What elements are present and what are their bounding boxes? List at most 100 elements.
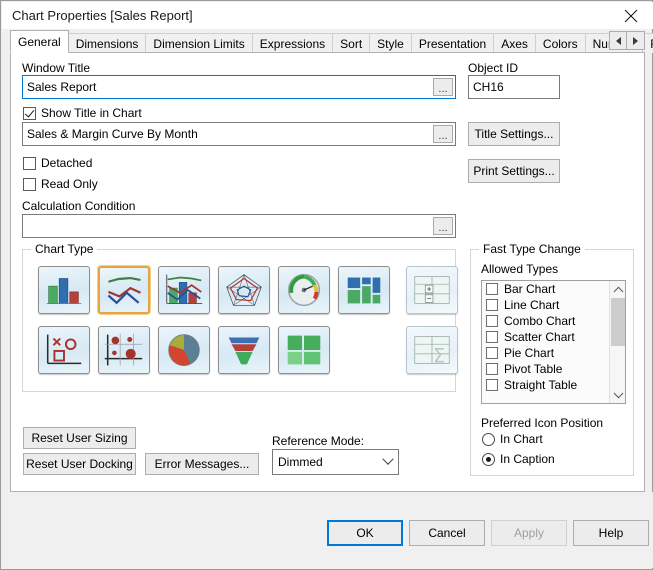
chart-properties-dialog: Chart Properties [Sales Report] General … — [0, 0, 653, 570]
reset-user-sizing-button[interactable]: Reset User Sizing — [23, 427, 136, 449]
window-title: Chart Properties [Sales Report] — [12, 8, 193, 23]
svg-text:Σ: Σ — [433, 344, 445, 367]
window-title-browse-button[interactable]: ... — [433, 78, 453, 96]
reference-mode-value: Dimmed — [278, 455, 323, 469]
allowed-types-label: Allowed Types — [481, 262, 559, 276]
list-item-label: Line Chart — [504, 298, 560, 312]
chart-type-radar-chart[interactable] — [218, 266, 270, 314]
object-id-input[interactable]: CH16 — [468, 75, 560, 99]
chart-title-browse-button[interactable]: ... — [433, 125, 453, 143]
chart-type-straight-table[interactable]: Σ — [406, 326, 458, 374]
read-only-checkbox[interactable]: Read Only — [23, 177, 98, 191]
window-title-input[interactable]: Sales Report ... — [22, 75, 456, 99]
tab-dimensions[interactable]: Dimensions — [67, 33, 147, 53]
chart-type-scatter-chart[interactable] — [38, 326, 90, 374]
chart-type-group-title: Chart Type — [31, 242, 98, 256]
checkbox-box — [486, 363, 498, 375]
chart-type-grid-chart[interactable] — [98, 326, 150, 374]
tab-general[interactable]: General — [10, 30, 69, 53]
error-messages-button[interactable]: Error Messages... — [145, 453, 259, 475]
checkbox-box — [486, 379, 498, 391]
allowed-type-straight-table[interactable]: Straight Table — [482, 377, 608, 393]
radio-in-chart[interactable]: In Chart — [482, 432, 543, 446]
tab-expressions[interactable]: Expressions — [251, 33, 334, 53]
window-title-value: Sales Report — [27, 80, 97, 94]
chart-type-funnel-chart[interactable] — [218, 326, 270, 374]
calculation-condition-input[interactable]: ... — [22, 214, 456, 238]
tab-colors[interactable]: Colors — [534, 33, 586, 53]
reference-mode-label: Reference Mode: — [272, 434, 365, 448]
scroll-up-icon[interactable] — [610, 281, 625, 297]
scrollbar-thumb[interactable] — [611, 298, 625, 346]
checkbox-box — [23, 106, 36, 120]
scroll-down-icon[interactable] — [610, 387, 625, 403]
allowed-type-pie-chart[interactable]: Pie Chart — [482, 345, 608, 361]
allowed-types-listbox[interactable]: Bar Chart Line Chart Combo Chart Scatter… — [481, 280, 626, 404]
chart-title-value: Sales & Margin Curve By Month — [27, 127, 198, 141]
radio-in-caption-label: In Caption — [500, 452, 555, 466]
show-title-in-chart-label: Show Title in Chart — [41, 106, 142, 120]
triangle-left-icon[interactable] — [610, 32, 627, 49]
apply-button: Apply — [491, 520, 567, 546]
tab-list: General Dimensions Dimension Limits Expr… — [10, 30, 653, 53]
close-icon[interactable] — [609, 2, 653, 29]
show-title-in-chart-checkbox[interactable]: Show Title in Chart — [23, 106, 142, 120]
allowed-type-combo-chart[interactable]: Combo Chart — [482, 313, 608, 329]
chart-type-combo-chart[interactable] — [158, 266, 210, 314]
tab-sort[interactable]: Sort — [332, 33, 371, 53]
tab-strip: General Dimensions Dimension Limits Expr… — [10, 30, 653, 53]
checkbox-box — [23, 177, 36, 191]
list-item-label: Straight Table — [504, 378, 578, 392]
triangle-right-icon[interactable] — [627, 32, 644, 49]
chart-type-line-chart[interactable] — [98, 266, 150, 314]
general-tab-page: Window Title Sales Report ... Object ID … — [10, 52, 645, 492]
list-item-label: Pivot Table — [504, 362, 563, 376]
chart-type-group: Chart Type Σ — [22, 242, 458, 392]
tab-axes[interactable]: Axes — [493, 33, 536, 53]
chart-type-mekko-chart[interactable] — [278, 326, 330, 374]
preferred-icon-position-label: Preferred Icon Position — [481, 416, 604, 430]
tab-style[interactable]: Style — [369, 33, 412, 53]
tab-presentation[interactable]: Presentation — [410, 33, 495, 53]
detached-label: Detached — [41, 156, 93, 170]
chart-type-pie-chart[interactable] — [158, 326, 210, 374]
chart-type-pivot-table[interactable] — [406, 266, 458, 314]
chart-type-bar-chart[interactable] — [38, 266, 90, 314]
allowed-type-pivot-table[interactable]: Pivot Table — [482, 361, 608, 377]
radio-circle — [482, 432, 495, 446]
checkbox-box — [23, 156, 36, 170]
list-item-label: Bar Chart — [504, 282, 556, 296]
allowed-type-scatter-chart[interactable]: Scatter Chart — [482, 329, 608, 345]
allowed-type-line-chart[interactable]: Line Chart — [482, 297, 608, 313]
allowed-types-scrollbar[interactable] — [609, 281, 625, 403]
detached-checkbox[interactable]: Detached — [23, 156, 92, 170]
ok-button[interactable]: OK — [327, 520, 403, 546]
reset-user-docking-button[interactable]: Reset User Docking — [23, 453, 136, 475]
title-bar: Chart Properties [Sales Report] — [2, 2, 653, 29]
dialog-footer: OK Cancel Apply Help — [2, 492, 653, 568]
calculation-condition-label: Calculation Condition — [22, 199, 136, 213]
checkbox-box — [486, 347, 498, 359]
list-item-label: Scatter Chart — [504, 330, 575, 344]
tab-scroll-buttons — [609, 31, 645, 50]
print-settings-button[interactable]: Print Settings... — [468, 159, 560, 183]
window-title-label: Window Title — [22, 61, 91, 75]
calculation-condition-browse-button[interactable]: ... — [433, 217, 453, 235]
radio-in-chart-label: In Chart — [500, 432, 543, 446]
help-button[interactable]: Help — [573, 520, 649, 546]
allowed-type-bar-chart[interactable]: Bar Chart — [482, 281, 608, 297]
chevron-down-icon — [378, 453, 398, 466]
checkbox-box — [486, 331, 498, 343]
chart-type-block-chart[interactable] — [338, 266, 390, 314]
checkbox-box — [486, 299, 498, 311]
chart-type-gauge-chart[interactable] — [278, 266, 330, 314]
object-id-label: Object ID — [468, 61, 519, 75]
title-settings-button[interactable]: Title Settings... — [468, 122, 560, 146]
cancel-button[interactable]: Cancel — [409, 520, 485, 546]
tab-dimension-limits[interactable]: Dimension Limits — [145, 33, 253, 53]
radio-in-caption[interactable]: In Caption — [482, 452, 555, 466]
list-item-label: Pie Chart — [504, 346, 555, 360]
object-id-value: CH16 — [473, 80, 504, 94]
chart-title-input[interactable]: Sales & Margin Curve By Month ... — [22, 122, 456, 146]
reference-mode-select[interactable]: Dimmed — [272, 449, 399, 475]
